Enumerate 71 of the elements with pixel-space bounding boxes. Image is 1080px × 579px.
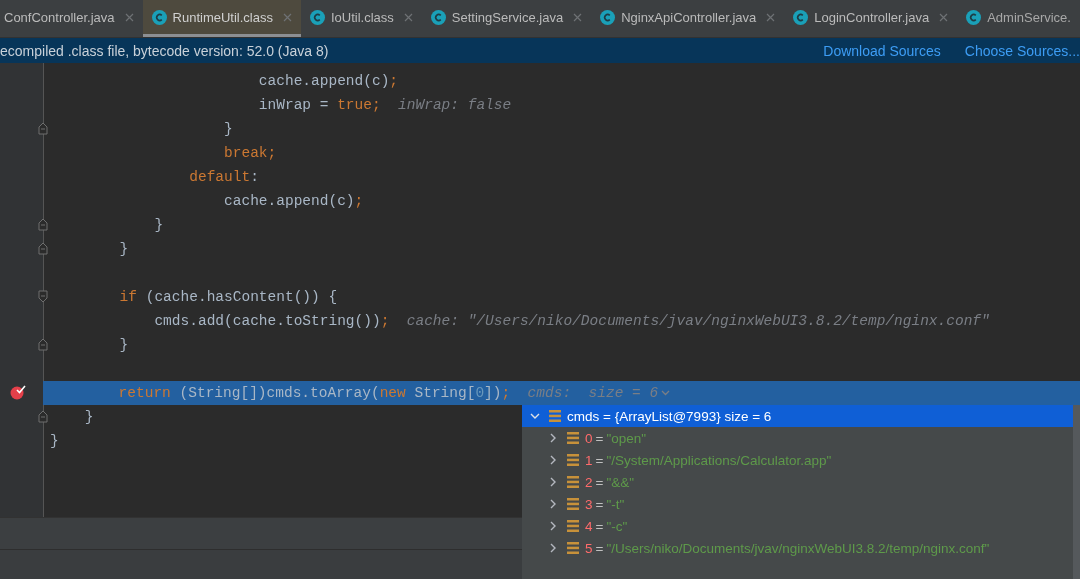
banner-link[interactable]: Choose Sources... [964,42,1080,59]
variable-index: 1 [585,452,593,468]
code-line: cmds.add(cache.toString()); cache: "/Users/niko/Documents/jvav/nginxWebUI3.8.2/temp/nginx.conf" [153,313,990,329]
chevron-icon[interactable] [548,521,558,531]
code-line: break; [223,145,277,161]
variable-row[interactable]: cmds = {ArrayList@7993} size = 6 [522,405,1073,427]
close-icon[interactable] [766,12,776,22]
list-icon [567,454,579,466]
code-line: } [83,409,94,425]
fold-icon[interactable] [38,218,48,231]
list-icon [567,476,579,488]
close-icon[interactable] [403,12,413,22]
list-icon [567,498,579,510]
fold-icon[interactable] [38,290,48,303]
variable-index: 0 [585,430,593,446]
chevron-icon[interactable] [548,543,558,553]
editor-tab[interactable]: AdminService. [957,0,1080,37]
equals-sign: = [595,496,604,512]
code-line: } [118,241,129,257]
editor-tab[interactable]: ConfController.java [0,0,143,37]
variable-index: 4 [585,518,593,534]
close-icon[interactable] [573,12,583,22]
code-line: return (String[])cmds.toArray(new String[0]); cmds: size = 6 [43,385,671,401]
code-line: default: [188,169,259,185]
editor-tab[interactable]: LoginController.java [784,0,958,37]
breakpoint-icon[interactable] [10,384,26,400]
editor-tab[interactable]: IoUtil.class [301,0,422,37]
list-icon [549,410,561,422]
code-line: cache.append(c); [223,193,364,209]
close-icon[interactable] [283,12,292,22]
banner-text: ecompiled .class file, bytecode version: 52.0 (Java 8) [0,42,329,59]
code-line: } [49,433,59,449]
close-icon[interactable] [939,12,949,22]
code-line: if (cache.hasContent()) { [118,289,338,305]
variable-value: "open" [606,430,647,446]
editor-tab[interactable]: RuntimeUtil.class [142,0,301,37]
chevron-icon[interactable] [548,433,558,443]
list-icon [567,542,579,554]
variable-index: 2 [585,474,593,490]
fold-icon[interactable] [38,338,48,351]
code-line: } [118,337,129,353]
banner-link[interactable]: Download Sources [823,42,941,59]
equals-sign: = [595,540,604,556]
variable-value: "&&" [606,474,634,490]
chevron-icon[interactable] [548,455,558,465]
list-icon [567,432,579,444]
variable-value: "/Users/niko/Documents/jvav/nginxWebUI3.8.2/temp/nginx.conf" [606,540,990,556]
editor-tab[interactable]: NginxApiController.java [591,0,785,37]
chevron-icon[interactable] [530,411,540,421]
variable-value: "-t" [606,496,625,512]
editor-tab[interactable]: SettingService.java [421,0,592,37]
fold-icon[interactable] [38,410,48,423]
chevron-icon[interactable] [548,499,558,509]
fold-icon[interactable] [38,242,48,255]
chevron-icon[interactable] [548,477,558,487]
code-line: cache.append(c); [257,73,399,89]
code-line: } [153,217,164,233]
variable-label: cmds = {ArrayList@7993} size = 6 [567,408,772,424]
equals-sign: = [595,518,604,534]
equals-sign: = [595,474,604,490]
list-icon [567,520,579,532]
equals-sign: = [595,430,604,446]
variable-value: "/System/Applications/Calculator.app" [606,452,832,468]
close-icon[interactable] [124,12,134,22]
variable-index: 3 [585,496,593,512]
code-line: } [223,121,233,137]
variable-index: 5 [585,540,593,556]
code-line: inWrap = true; inWrap: false [257,97,512,113]
equals-sign: = [595,452,604,468]
variable-value: "-c" [606,518,628,534]
fold-icon[interactable] [38,122,48,135]
